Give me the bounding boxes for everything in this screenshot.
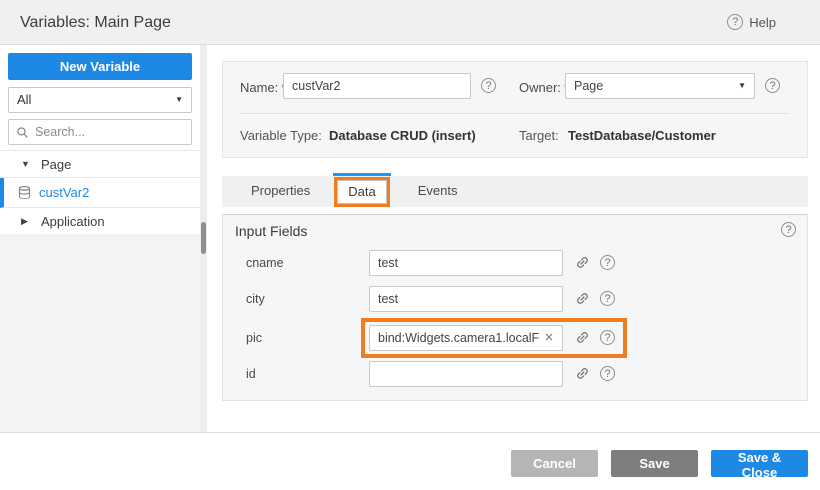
field-row-city: city ? bbox=[223, 286, 807, 312]
search-input[interactable] bbox=[35, 125, 196, 139]
field-label: cname bbox=[246, 256, 284, 270]
dialog-header: Variables: Main Page ? Help bbox=[0, 0, 820, 45]
save-button[interactable]: Save bbox=[611, 450, 698, 477]
caret-right-icon: ▶ bbox=[21, 216, 31, 227]
pic-field[interactable] bbox=[369, 325, 563, 351]
field-row-pic: pic × ? bbox=[223, 325, 807, 351]
sidebar-scrollbar-thumb[interactable] bbox=[201, 222, 206, 254]
help-label: Help bbox=[749, 15, 776, 30]
tree-item-application[interactable]: ▶ Application bbox=[0, 208, 200, 235]
owner-label: Owner:* bbox=[519, 80, 569, 95]
owner-dropdown-value: Page bbox=[574, 79, 603, 93]
name-field[interactable] bbox=[283, 73, 471, 99]
tree-item-label: Application bbox=[41, 214, 105, 229]
tree-item-label: custVar2 bbox=[39, 185, 89, 200]
active-tab-indicator bbox=[333, 173, 390, 176]
field-row-id: id ? bbox=[223, 361, 807, 387]
tab-bar: Properties Data Events bbox=[222, 176, 808, 207]
database-variable-icon bbox=[18, 185, 31, 200]
variables-sidebar: New Variable All ▼ ▼ Page custVar2 ▶ App… bbox=[0, 45, 200, 490]
field-label: city bbox=[246, 292, 265, 306]
field-help-icon[interactable]: ? bbox=[600, 366, 615, 381]
dialog-footer: Cancel Save Save & Close bbox=[0, 432, 820, 490]
bind-link-icon[interactable] bbox=[575, 291, 590, 306]
tree-item-page[interactable]: ▼ Page bbox=[0, 151, 200, 178]
bind-link-icon[interactable] bbox=[575, 255, 590, 270]
input-fields-title: Input Fields bbox=[235, 223, 307, 239]
target-value: TestDatabase/Customer bbox=[568, 128, 716, 143]
tree-item-custvar2[interactable]: custVar2 bbox=[0, 178, 200, 208]
variable-summary-panel: Name:* ? Owner:* Page ▼ ? Variable Type:… bbox=[222, 61, 808, 158]
filter-dropdown-value: All bbox=[17, 92, 31, 107]
field-label: pic bbox=[246, 331, 262, 345]
field-help-icon[interactable]: ? bbox=[600, 330, 615, 345]
sidebar-scrollbar-track bbox=[200, 45, 207, 432]
name-label: Name:* bbox=[240, 80, 286, 95]
variable-type-label: Variable Type: bbox=[240, 128, 322, 143]
field-help-icon[interactable]: ? bbox=[600, 255, 615, 270]
variables-tree: ▼ Page custVar2 ▶ Application bbox=[0, 150, 200, 235]
help-button[interactable]: ? Help bbox=[727, 14, 776, 30]
tab-events[interactable]: Events bbox=[401, 176, 475, 207]
tab-data[interactable]: Data bbox=[337, 180, 386, 204]
help-icon: ? bbox=[727, 14, 743, 30]
bind-link-icon[interactable] bbox=[575, 366, 590, 381]
cancel-button[interactable]: Cancel bbox=[511, 450, 598, 477]
filter-dropdown[interactable]: All ▼ bbox=[8, 87, 192, 113]
bind-link-icon[interactable] bbox=[575, 330, 590, 345]
tree-item-label: Page bbox=[41, 157, 71, 172]
search-box[interactable] bbox=[8, 119, 192, 145]
owner-dropdown[interactable]: Page ▼ bbox=[565, 73, 755, 99]
id-field[interactable] bbox=[369, 361, 563, 387]
owner-help-icon[interactable]: ? bbox=[765, 78, 780, 93]
cname-field[interactable] bbox=[369, 250, 563, 276]
field-row-cname: cname ? bbox=[223, 250, 807, 276]
chevron-down-icon: ▼ bbox=[738, 74, 746, 98]
city-field[interactable] bbox=[369, 286, 563, 312]
new-variable-button[interactable]: New Variable bbox=[8, 53, 192, 80]
field-label: id bbox=[246, 367, 256, 381]
caret-down-icon: ▼ bbox=[21, 159, 31, 169]
tab-data-annotated[interactable]: Data bbox=[337, 180, 386, 204]
variable-type-value: Database CRUD (insert) bbox=[329, 128, 476, 143]
sidebar-empty-area bbox=[0, 234, 200, 432]
input-fields-help-icon[interactable]: ? bbox=[781, 222, 796, 237]
page-title: Variables: Main Page bbox=[20, 0, 171, 45]
panel-divider bbox=[240, 113, 790, 114]
tab-properties[interactable]: Properties bbox=[234, 176, 327, 207]
field-help-icon[interactable]: ? bbox=[600, 291, 615, 306]
target-label: Target: bbox=[519, 128, 559, 143]
chevron-down-icon: ▼ bbox=[175, 88, 183, 112]
search-icon bbox=[16, 126, 29, 139]
save-and-close-button[interactable]: Save & Close bbox=[711, 450, 808, 477]
clear-binding-icon[interactable]: × bbox=[541, 328, 557, 348]
input-fields-panel: Input Fields ? cname ? city ? pic × ? id… bbox=[222, 214, 808, 401]
name-help-icon[interactable]: ? bbox=[481, 78, 496, 93]
